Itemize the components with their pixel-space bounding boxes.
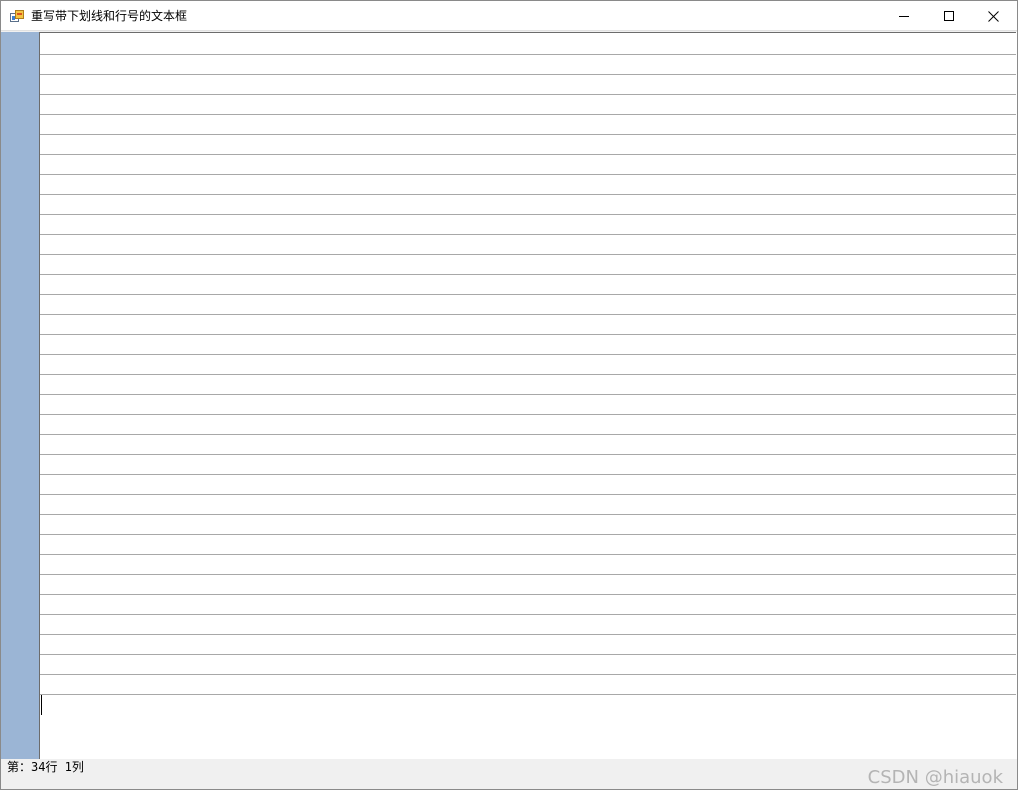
underlined-text-box[interactable] bbox=[40, 32, 1016, 759]
underline-rule bbox=[40, 654, 1016, 655]
underline-rule bbox=[40, 554, 1016, 555]
underline-rule bbox=[40, 214, 1016, 215]
underline-rule bbox=[40, 454, 1016, 455]
watermark: CSDN @hiauok bbox=[867, 767, 1003, 788]
underline-rule bbox=[40, 314, 1016, 315]
minimize-button[interactable] bbox=[881, 1, 926, 31]
underline-rule bbox=[40, 694, 1016, 695]
client-area bbox=[1, 32, 1017, 759]
underline-rule bbox=[40, 254, 1016, 255]
underline-rule bbox=[40, 534, 1016, 535]
underline-rule bbox=[40, 394, 1016, 395]
underline-rule bbox=[40, 494, 1016, 495]
underline-rule bbox=[40, 614, 1016, 615]
underline-rule bbox=[40, 174, 1016, 175]
line-number-gutter bbox=[1, 32, 39, 759]
close-button[interactable] bbox=[971, 1, 1016, 31]
underline-rule bbox=[40, 434, 1016, 435]
underline-rule bbox=[40, 274, 1016, 275]
cursor-position-label: 第：34行 1列 bbox=[7, 760, 84, 774]
underline-rule bbox=[40, 634, 1016, 635]
maximize-icon bbox=[943, 11, 954, 21]
title-bar[interactable]: 重写带下划线和行号的文本框 bbox=[1, 1, 1017, 31]
underline-rule bbox=[40, 134, 1016, 135]
close-icon bbox=[988, 10, 999, 22]
underline-rule bbox=[40, 674, 1016, 675]
underline-rule bbox=[40, 514, 1016, 515]
text-caret bbox=[41, 695, 42, 715]
underline-rule bbox=[40, 114, 1016, 115]
underline-rule bbox=[40, 234, 1016, 235]
underline-rule bbox=[40, 154, 1016, 155]
underline-rule bbox=[40, 414, 1016, 415]
window-title: 重写带下划线和行号的文本框 bbox=[31, 9, 188, 23]
underline-rule bbox=[40, 474, 1016, 475]
underline-rule bbox=[40, 574, 1016, 575]
minimize-icon bbox=[898, 16, 909, 17]
underline-rule bbox=[40, 54, 1016, 55]
app-icon bbox=[10, 9, 24, 23]
underline-rule bbox=[40, 74, 1016, 75]
underline-rule bbox=[40, 374, 1016, 375]
underline-rule bbox=[40, 334, 1016, 335]
underline-rule bbox=[40, 294, 1016, 295]
underline-rule bbox=[40, 194, 1016, 195]
maximize-button[interactable] bbox=[926, 1, 971, 31]
underline-rule bbox=[40, 354, 1016, 355]
status-bar: 第：34行 1列 CSDN @hiauok bbox=[1, 759, 1017, 789]
app-window: 重写带下划线和行号的文本框 第：34行 1列 CSDN @hiauok bbox=[0, 0, 1018, 790]
underline-rule bbox=[40, 594, 1016, 595]
underline-rule bbox=[40, 94, 1016, 95]
